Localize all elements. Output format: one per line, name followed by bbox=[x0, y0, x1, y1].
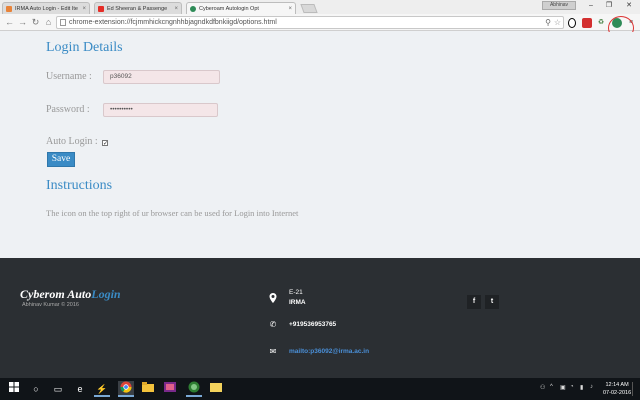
address-bar[interactable]: chrome-extension://fcjmmhickcngnhhbjagnd… bbox=[56, 16, 564, 29]
youtube-icon bbox=[98, 5, 104, 12]
reload-icon[interactable]: ↻ bbox=[30, 17, 41, 28]
password-field[interactable]: •••••••••• bbox=[103, 103, 218, 117]
new-tab-button[interactable] bbox=[300, 4, 318, 13]
tab-close-icon[interactable]: × bbox=[285, 6, 292, 12]
zoom-icon[interactable]: ⚲ bbox=[545, 17, 551, 28]
envelope-icon: ✉ bbox=[269, 347, 277, 356]
show-desktop-button[interactable] bbox=[632, 382, 638, 396]
twitter-icon[interactable]: t bbox=[485, 295, 499, 309]
maximize-icon[interactable]: ❐ bbox=[600, 0, 618, 12]
save-button[interactable]: Save bbox=[47, 152, 75, 167]
username-field[interactable]: p36092 bbox=[103, 70, 220, 84]
red-extension-icon[interactable] bbox=[582, 18, 592, 28]
task-view-icon[interactable]: ▭ bbox=[50, 381, 66, 397]
forward-icon[interactable]: → bbox=[17, 17, 28, 28]
windows-start-icon[interactable] bbox=[6, 381, 22, 397]
footer-brand: Cyberom AutoLogin bbox=[20, 287, 121, 302]
phone-icon: ✆ bbox=[269, 320, 277, 329]
browser-tab-strip: IRMA Auto Login - Edit Ite × Ed Sheeran … bbox=[0, 0, 640, 14]
instructions-heading: Instructions bbox=[46, 178, 113, 193]
profile-button[interactable]: Abhinav bbox=[542, 1, 576, 10]
wifi-icon[interactable]: ◔ bbox=[570, 384, 574, 390]
chrome-icon[interactable] bbox=[118, 381, 134, 397]
browser-tab-youtube[interactable]: Ed Sheeran & Passenge × bbox=[94, 2, 182, 14]
copyright-text: Abhinav Kumar © 2016 bbox=[22, 302, 79, 308]
email-link[interactable]: mailto:p36092@irma.ac.in bbox=[289, 348, 369, 355]
back-icon[interactable]: ← bbox=[4, 17, 15, 28]
folder-app-icon[interactable] bbox=[208, 381, 224, 397]
phone-number: +919536953765 bbox=[289, 321, 337, 328]
brand-text: Cyberom Auto bbox=[20, 287, 92, 301]
tab-label: Cyberoam Autologin Opt bbox=[199, 5, 259, 12]
opera-extension-icon[interactable] bbox=[568, 18, 576, 28]
auto-login-label: Auto Login : bbox=[46, 136, 98, 147]
edge-icon[interactable]: e bbox=[72, 381, 88, 397]
browser-tab-cyberoam[interactable]: Cyberoam Autologin Opt × bbox=[186, 2, 296, 14]
options-page: Login Details Username : p36092 Password… bbox=[0, 32, 640, 258]
tray-chevron-icon[interactable]: ^ bbox=[550, 384, 553, 390]
taskbar-clock[interactable]: 12:14 AM 07-02-2016 bbox=[603, 381, 631, 397]
star-icon[interactable]: ☆ bbox=[554, 17, 561, 28]
tray-people-icon[interactable]: ⚇ bbox=[540, 384, 545, 391]
page-icon bbox=[60, 19, 66, 26]
app-icon[interactable]: ⚡ bbox=[94, 381, 110, 397]
close-icon[interactable]: ✕ bbox=[620, 0, 638, 12]
volume-icon[interactable]: ♪ bbox=[590, 384, 593, 390]
login-details-heading: Login Details bbox=[46, 40, 123, 55]
browser-toolbar: ← → ↻ ⌂ chrome-extension://fcjmmhickcngn… bbox=[0, 14, 640, 40]
username-label: Username : bbox=[46, 71, 92, 82]
globe-app-icon[interactable] bbox=[186, 381, 202, 397]
auto-login-checkbox[interactable]: ✓ bbox=[102, 140, 108, 147]
page-footer: Cyberom AutoLogin Abhinav Kumar © 2016 E… bbox=[0, 258, 640, 378]
map-marker-icon bbox=[268, 293, 278, 303]
facebook-icon[interactable]: f bbox=[467, 295, 481, 309]
tab-label: Ed Sheeran & Passenge bbox=[107, 5, 168, 12]
clock-time: 12:14 AM bbox=[605, 382, 629, 388]
address-line-1: E-21 bbox=[289, 289, 303, 296]
password-label: Password : bbox=[46, 104, 90, 115]
cyberoam-icon bbox=[190, 5, 196, 12]
home-icon[interactable]: ⌂ bbox=[43, 17, 54, 28]
tray-app-icon[interactable]: ▣ bbox=[560, 384, 566, 391]
tab-close-icon[interactable]: × bbox=[171, 6, 178, 12]
address-line-2: IRMA bbox=[289, 299, 306, 306]
file-explorer-icon[interactable] bbox=[140, 381, 156, 397]
search-icon[interactable]: ○ bbox=[28, 381, 44, 397]
minimize-icon[interactable]: – bbox=[582, 0, 600, 12]
url-text: chrome-extension://fcjmmhickcngnhhbjagnd… bbox=[69, 19, 277, 26]
battery-icon[interactable]: ▮ bbox=[580, 384, 583, 391]
recycle-extension-icon[interactable]: ♻ bbox=[596, 18, 606, 28]
tab-label: IRMA Auto Login - Edit Ite bbox=[15, 5, 78, 12]
clock-date: 07-02-2016 bbox=[603, 390, 632, 396]
tab-favicon bbox=[6, 5, 12, 12]
instructions-text: The icon on the top right of ur browser … bbox=[46, 208, 299, 218]
windows-taskbar: ○ ▭ e ⚡ ⚇ ^ ▣ ◔ ▮ ♪ 12:14 AM 07-02-2016 bbox=[0, 378, 640, 400]
browser-tab-irma[interactable]: IRMA Auto Login - Edit Ite × bbox=[2, 2, 90, 14]
tab-close-icon[interactable]: × bbox=[79, 6, 86, 12]
brand-text-accent: Login bbox=[91, 287, 121, 301]
media-app-icon[interactable] bbox=[162, 381, 178, 397]
